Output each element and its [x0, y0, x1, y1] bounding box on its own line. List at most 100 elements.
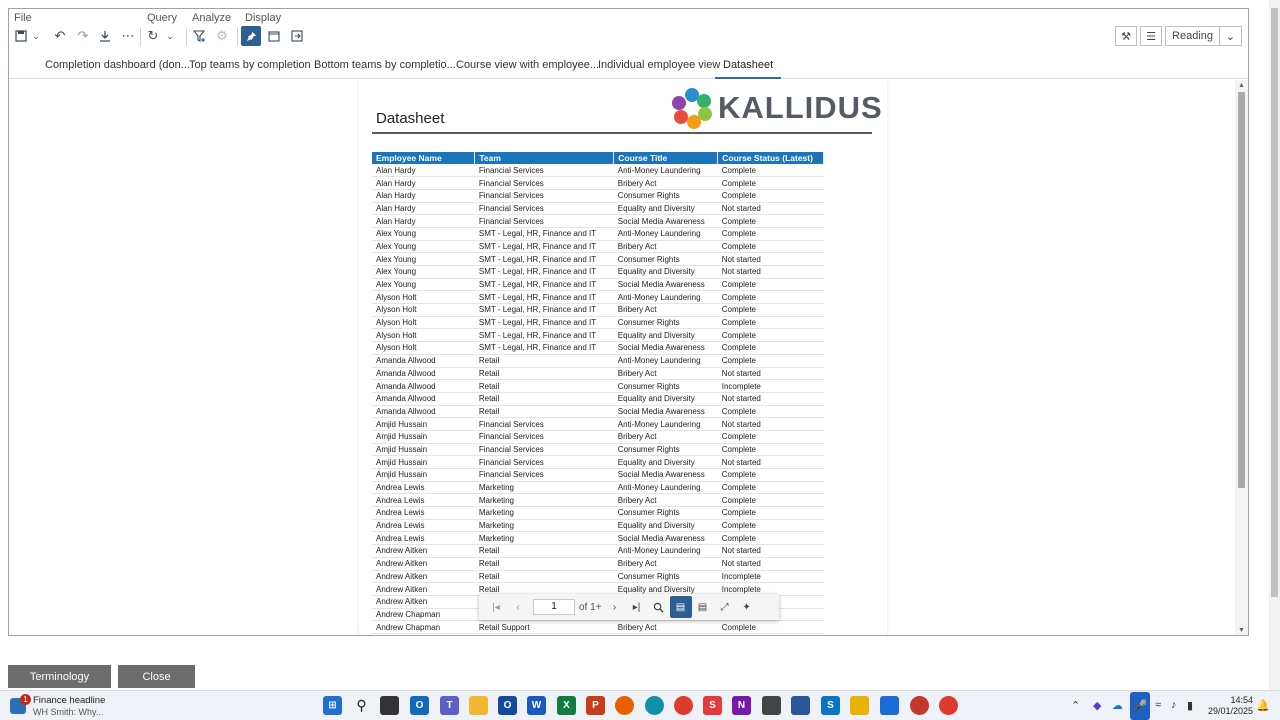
cell-team: Financial Services [474, 417, 614, 431]
cell-employee-name: Amanda Allwood [372, 405, 475, 419]
onedrive-icon[interactable]: ☁ [1112, 699, 1123, 712]
report-scrollbar[interactable]: ▲ ▼ [1235, 80, 1248, 635]
last-page-icon[interactable]: ▸| [626, 596, 648, 618]
download-icon[interactable] [95, 26, 115, 46]
more-options-icon[interactable]: ⋯ [118, 26, 138, 46]
tray-app-icon[interactable]: ◆ [1093, 699, 1101, 712]
word-icon[interactable]: W [527, 696, 546, 715]
volume-icon[interactable]: ♪ [1171, 699, 1177, 711]
clipboard-icon[interactable]: ☰ [1140, 26, 1163, 46]
edge-icon[interactable] [645, 696, 664, 715]
export-panel-icon[interactable] [287, 26, 307, 46]
report-page: KALLIDUS Datasheet Employee Name Team Co… [359, 80, 887, 635]
cell-course-status: Not started [717, 417, 824, 431]
microphone-icon[interactable]: 🎤 [1130, 692, 1150, 720]
table-row: Alyson Holt SMT - Legal, HR, Finance and … [372, 316, 824, 330]
menu-display[interactable]: Display [245, 12, 281, 24]
tab-course-view[interactable]: Course view with employee... [456, 59, 599, 79]
search-icon[interactable]: ⚲ [352, 696, 371, 715]
previous-page-icon[interactable]: ‹ [507, 596, 529, 618]
menu-query[interactable]: Query [147, 12, 177, 24]
column-header-team[interactable]: Team [474, 152, 615, 164]
chrome-active-icon[interactable] [939, 696, 958, 715]
outlook-icon[interactable]: O [410, 696, 429, 715]
page-number-input[interactable]: 1 [533, 599, 575, 615]
menu-analyze[interactable]: Analyze [192, 12, 231, 24]
notification-bell-icon[interactable]: 🔔 [1256, 699, 1270, 712]
next-page-icon[interactable]: › [604, 596, 626, 618]
save-icon[interactable] [11, 26, 31, 46]
power-bi-icon[interactable] [850, 696, 869, 715]
app-red-icon[interactable] [910, 696, 929, 715]
tab-datasheet[interactable]: Datasheet [715, 59, 782, 79]
cell-course-title: Social Media Awareness [613, 278, 718, 292]
cell-course-status: Complete [717, 240, 824, 254]
refresh-dropdown-chevron-icon[interactable]: ⌄ [163, 26, 177, 46]
column-header-course-status[interactable]: Course Status (Latest) [717, 152, 824, 164]
cell-team: SMT - Legal, HR, Finance and IT [474, 341, 614, 355]
save-dropdown-chevron-icon[interactable]: ⌄ [29, 26, 43, 46]
wrench-tool-icon[interactable]: ⚒ [1115, 26, 1138, 46]
cell-team: SMT - Legal, HR, Finance and IT [474, 252, 614, 266]
panel-icon[interactable] [264, 26, 284, 46]
skype-icon[interactable]: S [821, 696, 840, 715]
system-clock[interactable]: 14:54 29/01/2025 [1198, 695, 1253, 717]
start-windows-icon[interactable]: ⊞ [323, 696, 342, 715]
mode-dropdown-chevron-icon[interactable]: ⌄ [1220, 26, 1242, 46]
app-s-icon[interactable]: S [703, 696, 722, 715]
column-header-course-title[interactable]: Course Title [613, 152, 719, 164]
tab-completion-dashboard[interactable]: Completion dashboard (don... [45, 59, 190, 79]
tab-top-teams[interactable]: Top teams by completion [189, 59, 311, 79]
reading-mode-button[interactable]: Reading [1165, 26, 1220, 46]
page-scrollbar[interactable] [1269, 0, 1280, 690]
cell-employee-name: Alyson Holt [372, 328, 475, 343]
quick-display-icon[interactable]: ▤ [692, 596, 714, 618]
redo-icon[interactable]: ↷ [73, 26, 93, 46]
cell-course-status: Complete [717, 430, 824, 444]
tool-icon[interactable] [762, 696, 781, 715]
cell-team: Marketing [474, 493, 614, 508]
filter-icon[interactable] [189, 26, 209, 46]
cell-course-status: Complete [717, 316, 824, 330]
folder-icon[interactable] [469, 696, 488, 715]
page-view-icon[interactable]: ▤ [669, 596, 692, 618]
scrollbar-thumb[interactable] [1238, 92, 1245, 488]
calculator-icon[interactable] [791, 696, 810, 715]
wifi-icon[interactable]: ≈ [1155, 699, 1161, 711]
chrome-icon[interactable] [674, 696, 693, 715]
tab-individual-employee[interactable]: Individual employee view [598, 59, 720, 79]
page-scrollbar-thumb[interactable] [1271, 8, 1278, 597]
terminology-button[interactable]: Terminology [8, 665, 111, 688]
cell-course-title: Equality and Diversity [613, 392, 718, 406]
menu-file[interactable]: File [14, 12, 32, 24]
app-list-icon[interactable] [880, 696, 899, 715]
scroll-down-arrow-icon[interactable]: ▼ [1238, 627, 1245, 634]
cell-employee-name: Amjid Hussain [372, 468, 475, 482]
tab-bottom-teams[interactable]: Bottom teams by completio... [314, 59, 456, 79]
app-icon[interactable]: O [498, 696, 517, 715]
table-row: Amjid Hussain Financial Services Social Me… [372, 468, 824, 482]
fit-to-window-icon[interactable]: ⤢ [714, 596, 736, 618]
column-header-employee-name[interactable]: Employee Name [372, 152, 476, 164]
firefox-icon[interactable] [615, 696, 634, 715]
battery-icon[interactable]: ▮ [1187, 699, 1193, 712]
news-subtitle: WH Smith: Why... [33, 707, 104, 717]
settings-gear-icon[interactable]: ⚙ [212, 26, 232, 46]
close-button[interactable]: Close [118, 665, 195, 688]
cell-course-status: Complete [717, 176, 824, 190]
zoom-icon[interactable] [648, 596, 670, 618]
news-widget[interactable]: 1 Finance headline WH Smith: Why... [10, 693, 130, 719]
teams-icon[interactable]: T [440, 696, 459, 715]
powerpoint-icon[interactable]: P [586, 696, 605, 715]
cell-course-status: Complete [717, 227, 824, 241]
onenote-icon[interactable]: N [732, 696, 751, 715]
scroll-up-arrow-icon[interactable]: ▲ [1238, 82, 1245, 89]
pin-navigator-icon[interactable]: ✦ [736, 596, 758, 618]
first-page-icon[interactable]: |◂ [485, 596, 507, 618]
tray-chevron-icon[interactable]: ⌃ [1071, 699, 1080, 712]
refresh-icon[interactable]: ↻ [143, 26, 163, 46]
undo-icon[interactable]: ↶ [50, 26, 70, 46]
file-explorer-icon[interactable] [380, 696, 399, 715]
pin-icon[interactable] [241, 26, 261, 46]
excel-icon[interactable]: X [557, 696, 576, 715]
